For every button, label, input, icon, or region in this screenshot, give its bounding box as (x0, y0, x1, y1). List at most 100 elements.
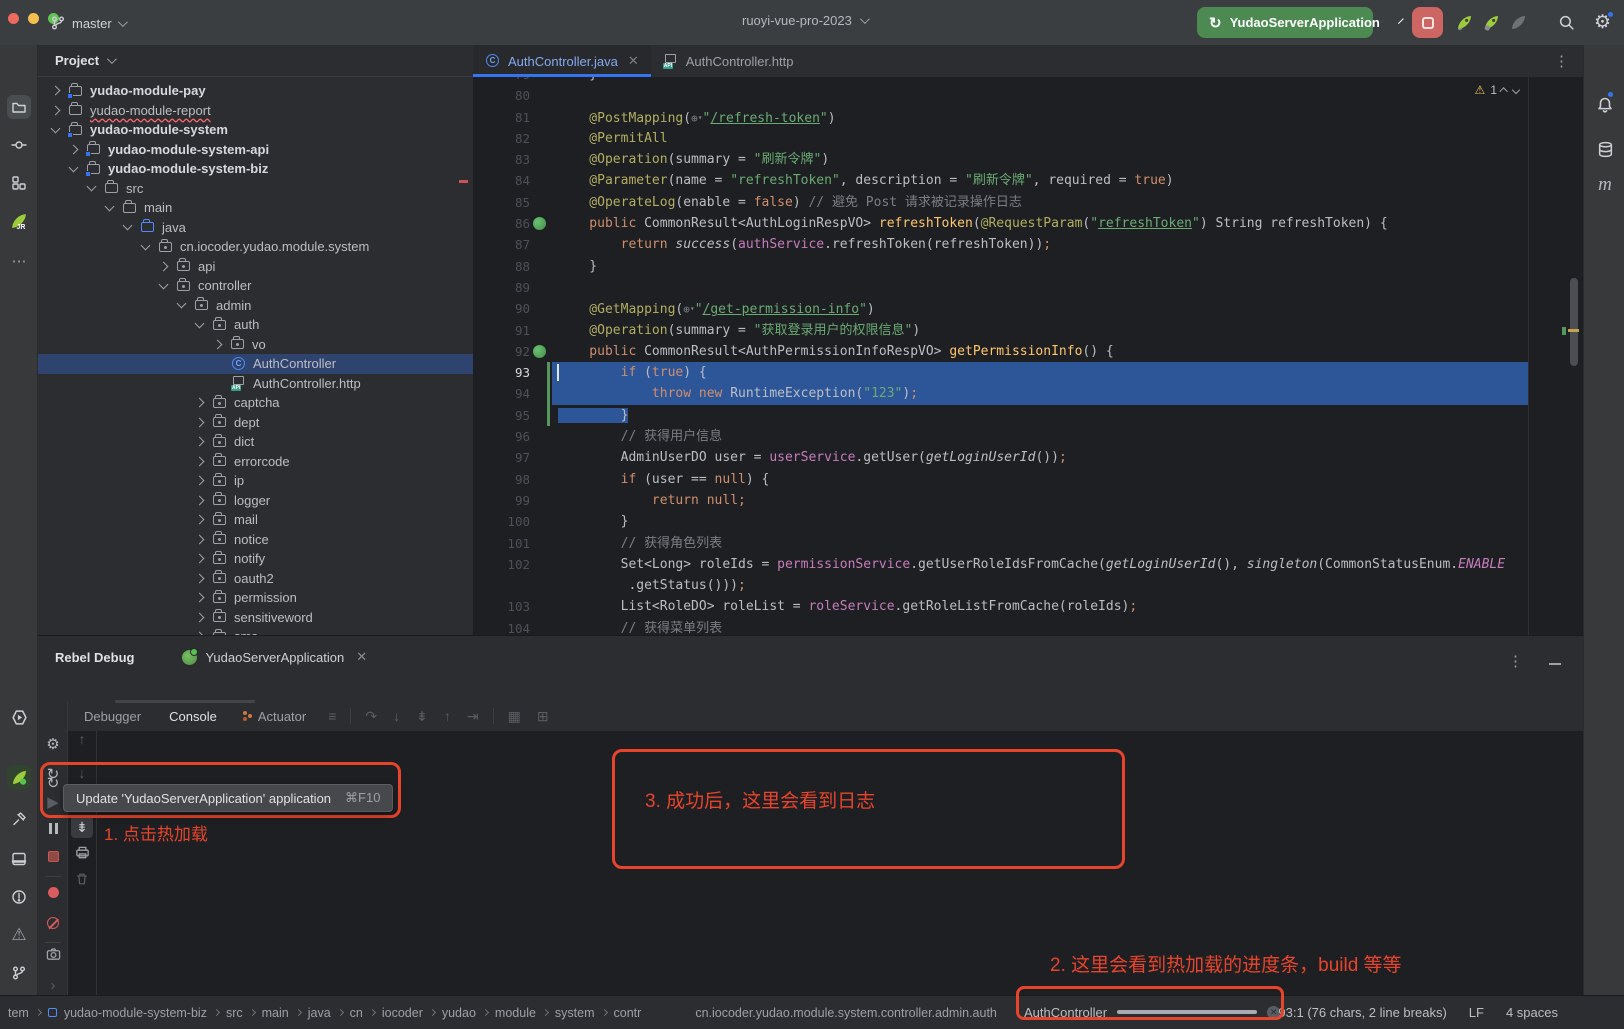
chevron-collapsed-icon[interactable] (195, 534, 205, 544)
tree-item-permission[interactable]: permission (38, 588, 473, 608)
code-line[interactable]: 87 return success(authService.refreshTok… (473, 234, 1583, 255)
breadcrumb-item[interactable]: java (308, 1006, 331, 1020)
next-issue-icon[interactable] (1512, 86, 1520, 94)
tree-item-notice[interactable]: notice (38, 530, 473, 550)
scroll-to-end-button[interactable]: ⇟ (71, 816, 93, 838)
view-breakpoints-button[interactable] (38, 887, 68, 898)
chevron-expanded-icon[interactable] (177, 299, 187, 309)
step-over-icon[interactable]: ↷ (365, 708, 377, 725)
chevron-collapsed-icon[interactable] (195, 476, 205, 486)
code-line[interactable]: 80 (473, 85, 1583, 106)
tree-item-sms[interactable]: sms (38, 627, 473, 635)
caret-position[interactable]: 93:1 (76 chars, 2 line breaks) (1278, 1005, 1446, 1020)
breadcrumb-item[interactable]: tem (8, 1006, 29, 1020)
code-line[interactable]: 100 } (473, 511, 1583, 532)
code-line[interactable]: 99 return null; (473, 490, 1583, 511)
maven-tool-button[interactable]: m (1593, 173, 1617, 197)
scroll-up-icon[interactable]: ↑ (68, 731, 96, 747)
chevron-collapsed-icon[interactable] (69, 144, 79, 154)
git-tool-button[interactable] (7, 961, 31, 985)
chevron-collapsed-icon[interactable] (159, 261, 169, 271)
tree-item-src[interactable]: src (38, 179, 473, 199)
structure-tool-button[interactable] (7, 171, 31, 195)
window-minimize-button[interactable] (28, 13, 39, 24)
problems-tool-button[interactable] (7, 885, 31, 909)
tab-debugger[interactable]: Debugger (70, 709, 155, 724)
spring-bean-icon[interactable] (533, 217, 546, 230)
bottom-panel-toggle-button[interactable] (7, 847, 31, 871)
code-line[interactable]: 79 } (473, 77, 1583, 85)
tree-item-auth[interactable]: auth (38, 315, 473, 335)
git-branch-widget[interactable]: master (50, 11, 125, 35)
tree-item-errorcode[interactable]: errorcode (38, 452, 473, 472)
notifications-button[interactable] (1593, 93, 1617, 117)
chevron-collapsed-icon[interactable] (195, 515, 205, 525)
chevron-expanded-icon[interactable] (87, 182, 97, 192)
code-line[interactable]: 97 AdminUserDO user = userService.getUse… (473, 447, 1583, 468)
tree-item-api[interactable]: api (38, 257, 473, 277)
prev-issue-icon[interactable] (1499, 87, 1507, 95)
chevron-expanded-icon[interactable] (69, 162, 79, 172)
step-into-icon[interactable]: ↓ (393, 708, 400, 724)
breadcrumb-item[interactable]: iocoder (382, 1006, 423, 1020)
code-line[interactable]: 90 @GetMapping(⊕▾"/get-permission-info") (473, 298, 1583, 319)
chevron-collapsed-icon[interactable] (195, 417, 205, 427)
spring-bean-icon[interactable] (533, 345, 546, 358)
step-out-icon[interactable]: ↑ (444, 708, 451, 724)
tree-item-sensitiveword[interactable]: sensitiveword (38, 608, 473, 628)
code-line[interactable]: 96 // 获得用户信息 (473, 426, 1583, 447)
close-icon[interactable]: ✕ (628, 53, 639, 69)
tree-item-authcontroller[interactable]: CAuthController (38, 354, 473, 374)
chevron-expanded-icon[interactable] (141, 240, 151, 250)
chevron-expanded-icon[interactable] (51, 123, 61, 133)
build-tool-button[interactable] (7, 807, 31, 831)
code-line[interactable]: 84 @Parameter(name = "refreshToken", des… (473, 170, 1583, 191)
tree-item-cn-iocoder-yudao-module-system[interactable]: cn.iocoder.yudao.module.system (38, 237, 473, 257)
force-step-into-icon[interactable]: ⇟ (416, 708, 428, 725)
project-title-widget[interactable]: ruoyi-vue-pro-2023 (742, 13, 867, 28)
chevron-down-icon[interactable] (1398, 18, 1404, 24)
run-tool-button[interactable] (7, 705, 31, 729)
tab-options-icon[interactable]: ⋮ (1554, 52, 1569, 70)
debug-settings-button[interactable]: ⚙ (38, 735, 68, 753)
chevron-collapsed-icon[interactable] (195, 612, 205, 622)
tree-item-oauth2[interactable]: oauth2 (38, 569, 473, 589)
window-close-button[interactable] (8, 13, 19, 24)
chevron-collapsed-icon[interactable] (195, 456, 205, 466)
code-line[interactable]: 92 public CommonResult<AuthPermissionInf… (473, 341, 1583, 362)
breadcrumb-item[interactable]: yudao-module-system-biz (64, 1006, 207, 1020)
chevron-collapsed-icon[interactable] (195, 573, 205, 583)
stop-process-button[interactable] (38, 851, 68, 862)
chevron-collapsed-icon[interactable] (213, 339, 223, 349)
tree-item-authcontroller-http[interactable]: APIAuthController.http (38, 374, 473, 394)
chevron-collapsed-icon[interactable] (195, 554, 205, 564)
chevron-expanded-icon[interactable] (105, 201, 115, 211)
breadcrumb-item[interactable]: cn (350, 1006, 363, 1020)
code-editor[interactable]: 79 }8081 @PostMapping(⊕▾"/refresh-token"… (473, 77, 1583, 635)
stop-button[interactable] (1412, 7, 1443, 38)
code-line[interactable]: 93 if (true) { (473, 362, 1583, 383)
warnings-tool-button[interactable]: ⚠ (7, 923, 31, 947)
breadcrumb-item[interactable]: yudao (442, 1006, 476, 1020)
jrebel-debug-icon[interactable] (1482, 13, 1501, 32)
tree-item-yudao-module-system-biz[interactable]: yudao-module-system-biz (38, 159, 473, 179)
code-line[interactable]: 95 } (473, 405, 1583, 426)
code-line[interactable]: 102 Set<Long> roleIds = permissionServic… (473, 554, 1583, 575)
evaluate-expression-icon[interactable]: ▦ (508, 708, 521, 725)
chevron-expanded-icon[interactable] (123, 221, 133, 231)
jrebel-tool-button[interactable]: JR (7, 209, 31, 233)
trace-icon[interactable]: ⊞ (537, 708, 549, 725)
more-tool-windows-button[interactable]: ⋯ (7, 249, 31, 273)
debug-session-tab[interactable]: YudaoServerApplication ✕ (182, 649, 367, 665)
pause-button[interactable] (38, 823, 68, 834)
jrebel-disabled-icon[interactable] (1509, 13, 1528, 32)
project-tool-button[interactable] (7, 95, 31, 119)
code-line[interactable]: 83 @Operation(summary = "刷新令牌") (473, 149, 1583, 170)
tree-item-vo[interactable]: vo (38, 335, 473, 355)
tree-item-admin[interactable]: admin (38, 296, 473, 316)
code-line[interactable]: 82 @PermitAll (473, 128, 1583, 149)
indent-setting[interactable]: 4 spaces (1506, 1005, 1558, 1020)
tree-item-yudao-module-report[interactable]: yudao-module-report (38, 101, 473, 121)
code-line[interactable]: 98 if (user == null) { (473, 469, 1583, 490)
chevron-expanded-icon[interactable] (159, 279, 169, 289)
